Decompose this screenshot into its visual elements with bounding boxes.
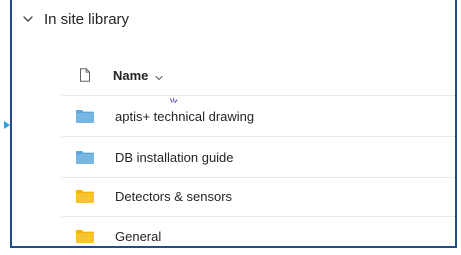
list-item[interactable]: Detectors & sensors (62, 177, 455, 215)
name-column-header[interactable]: Name (113, 68, 164, 83)
section-toggle[interactable]: In site library (20, 9, 129, 29)
section-title: In site library (44, 10, 130, 28)
divider (62, 95, 455, 96)
folder-icon (76, 229, 94, 243)
divider (62, 136, 455, 137)
list-item-label: DB installation guide (115, 149, 234, 165)
list-item[interactable]: General (62, 217, 455, 255)
list-item[interactable]: aptis+ technical drawing (62, 97, 455, 135)
list-item-label: General (115, 228, 162, 244)
folder-icon (76, 109, 94, 123)
chevron-down-icon (154, 70, 164, 81)
folder-icon (76, 189, 94, 203)
file-icon (79, 68, 91, 82)
new-item-icon (169, 94, 178, 104)
folder-icon (76, 150, 94, 164)
chevron-down-icon (20, 11, 36, 27)
selection-marker (4, 121, 10, 129)
list-item-label: aptis+ technical drawing (115, 108, 255, 124)
list-item[interactable]: DB installation guide (62, 138, 455, 176)
table-header: Name (79, 64, 164, 86)
name-column-label: Name (113, 67, 149, 83)
list-item-label: Detectors & sensors (115, 188, 233, 204)
